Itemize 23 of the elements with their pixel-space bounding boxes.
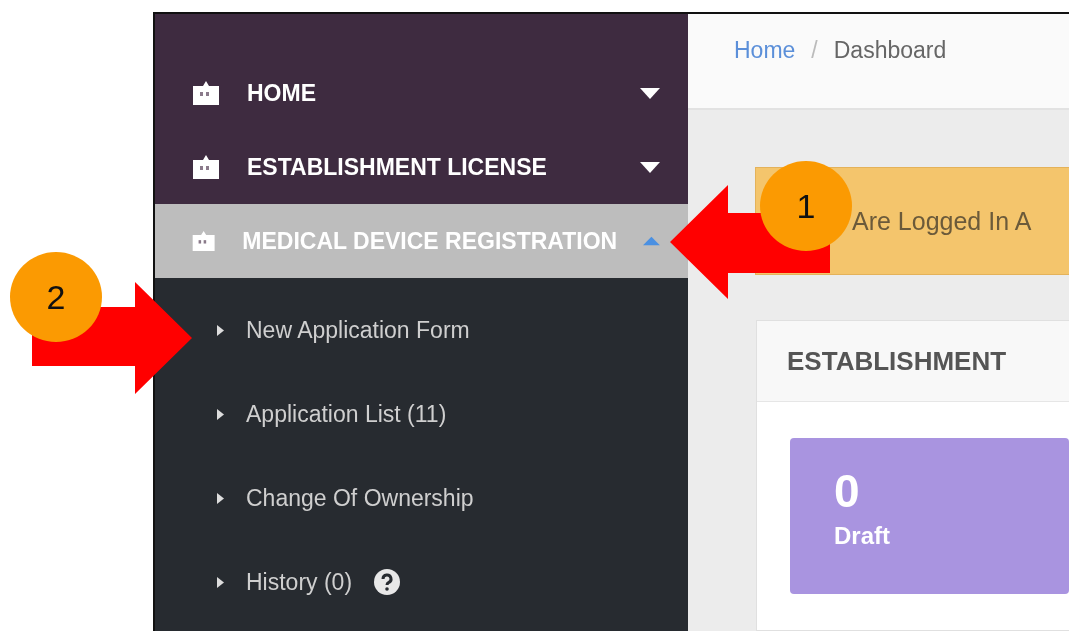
breadcrumb-separator: /	[811, 36, 818, 64]
help-icon[interactable]	[374, 569, 401, 595]
sidebar-item[interactable]: ESTABLISHMENT LICENSE	[155, 130, 688, 204]
triangle-right-icon	[217, 576, 224, 588]
stat-count: 0	[834, 468, 860, 514]
sidebar-item[interactable]: HOME	[155, 56, 688, 130]
submenu-link[interactable]: New Application Form	[246, 316, 470, 344]
submenu-link[interactable]: Change Of Ownership	[246, 484, 474, 512]
caret-down-icon	[640, 87, 660, 99]
building-icon	[191, 228, 217, 254]
panel-title: ESTABLISHMENT	[787, 345, 1007, 377]
triangle-right-icon	[217, 324, 224, 336]
building-icon	[191, 80, 221, 106]
stat-label: Draft	[834, 522, 890, 550]
triangle-right-icon	[217, 492, 224, 504]
building-icon	[191, 154, 221, 180]
caret-down-icon	[640, 161, 660, 173]
submenu-link[interactable]: Application List (11)	[246, 400, 447, 428]
triangle-right-icon	[217, 408, 224, 420]
submenu-link[interactable]: History (0)	[246, 568, 353, 596]
caret-up-icon	[643, 236, 660, 246]
breadcrumb-current: Dashboard	[833, 36, 947, 64]
step-badge: 2	[10, 252, 102, 342]
